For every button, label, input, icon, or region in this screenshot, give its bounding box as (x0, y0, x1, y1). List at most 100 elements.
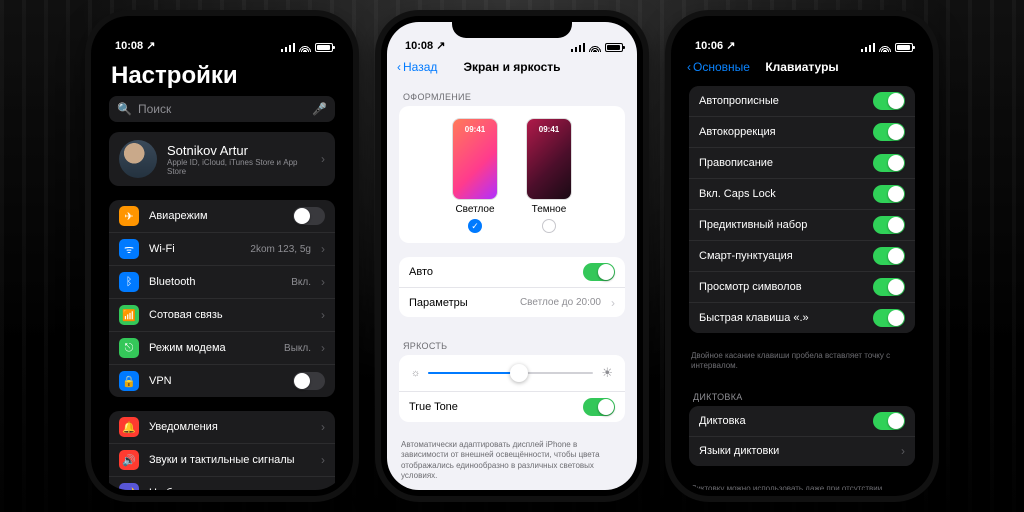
apple-id-row[interactable]: Sotnikov Artur Apple ID, iCloud, iTunes … (109, 132, 335, 186)
chevron-right-icon: › (321, 242, 325, 256)
row-hotspot[interactable]: ⎋ Режим модема Выкл. › (109, 331, 335, 364)
toggle[interactable] (873, 278, 905, 296)
phone-keyboard-black: 10:06 ↗ ‹ Основные Клавиатуры Автопропис… (671, 16, 933, 496)
shortcut-note: Двойное касание клавиши пробела вставляе… (677, 347, 927, 382)
row-label: Правописание (699, 157, 863, 169)
toggle[interactable] (873, 92, 905, 110)
settings-group-connectivity: ✈ Авиарежим ᯤ Wi-Fi 2kom 123, 5g › ᛒ Blu… (109, 200, 335, 397)
status-time: 10:08 ↗ (405, 39, 445, 52)
dictation-toggle[interactable] (873, 412, 905, 430)
row-airplane[interactable]: ✈ Авиарежим (109, 200, 335, 232)
battery-icon (315, 43, 333, 52)
chevron-right-icon: › (321, 308, 325, 322)
row-wifi[interactable]: ᯤ Wi-Fi 2kom 123, 5g › (109, 232, 335, 265)
row-dict-langs[interactable]: Языки диктовки › (689, 436, 915, 466)
screen-1: 10:08 ↗ Настройки 🔍 Поиск 🎤 Sotnikov Art… (97, 22, 347, 490)
row-auto[interactable]: Авто (399, 257, 625, 287)
row-notifications[interactable]: 🔔 Уведомления › (109, 411, 335, 443)
row-label: True Tone (409, 401, 573, 413)
row-capslock[interactable]: Вкл. Caps Lock (689, 178, 915, 209)
brightness-slider[interactable] (428, 372, 593, 374)
auto-toggle[interactable] (583, 263, 615, 281)
row-sounds[interactable]: 🔊 Звуки и тактильные сигналы › (109, 443, 335, 476)
row-label: Автопрописные (699, 95, 863, 107)
profile-subtitle: Apple ID, iCloud, iTunes Store и App Sto… (167, 158, 311, 176)
wifi-icon (879, 42, 891, 52)
screen-2: 10:08 ↗ ‹ Назад Экран и яркость ОФОРМЛЕН… (387, 22, 637, 490)
row-bluetooth[interactable]: ᛒ Bluetooth Вкл. › (109, 265, 335, 298)
status-time: 10:06 ↗ (695, 39, 735, 52)
vpn-icon: 🔒 (119, 371, 139, 391)
dnd-icon: 🌙 (119, 483, 139, 490)
row-cellular[interactable]: 📶 Сотовая связь › (109, 298, 335, 331)
truetone-toggle[interactable] (583, 398, 615, 416)
toggle[interactable] (873, 123, 905, 141)
bluetooth-icon: ᛒ (119, 272, 139, 292)
section-appearance: ОФОРМЛЕНИЕ (387, 82, 637, 106)
row-dnd[interactable]: 🌙 Не беспокоить › (109, 476, 335, 490)
chevron-right-icon: › (321, 420, 325, 434)
airplane-toggle[interactable] (293, 207, 325, 225)
battery-icon (895, 43, 913, 52)
row-label: Bluetooth (149, 276, 281, 288)
row-value: Выкл. (284, 343, 311, 354)
toggle[interactable] (873, 247, 905, 265)
signal-icon (281, 42, 295, 52)
appearance-label: Светлое (452, 204, 498, 215)
status-indicators (281, 42, 333, 52)
dictation-note: Диктовку можно использовать даже при отс… (677, 480, 927, 490)
chevron-right-icon: › (321, 275, 325, 289)
back-button[interactable]: ‹ Назад (397, 60, 437, 74)
row-autocorrect[interactable]: Автокоррекция (689, 116, 915, 147)
wifi-settings-icon: ᯤ (119, 239, 139, 259)
row-label: Смарт-пунктуация (699, 250, 863, 262)
row-spelling[interactable]: Правописание (689, 147, 915, 178)
search-input[interactable]: 🔍 Поиск 🎤 (109, 96, 335, 122)
sounds-icon: 🔊 (119, 450, 139, 470)
radio-unselected[interactable] (542, 219, 556, 233)
row-smartpunct[interactable]: Смарт-пунктуация (689, 240, 915, 271)
row-preview[interactable]: Просмотр символов (689, 271, 915, 302)
notch (452, 16, 572, 38)
notch (742, 16, 862, 38)
radio-selected[interactable] (468, 219, 482, 233)
vpn-toggle[interactable] (293, 372, 325, 390)
screen-3: 10:06 ↗ ‹ Основные Клавиатуры Автопропис… (677, 22, 927, 490)
row-label: Не беспокоить (149, 487, 311, 490)
page-title: Настройки (97, 52, 347, 96)
mic-icon[interactable]: 🎤 (312, 102, 327, 116)
row-label: Авто (409, 266, 573, 278)
chevron-right-icon: › (321, 341, 325, 355)
row-label: Уведомления (149, 421, 311, 433)
wifi-icon (589, 42, 601, 52)
row-label: Вкл. Caps Lock (699, 188, 863, 200)
row-label: VPN (149, 375, 283, 387)
row-value: Светлое до 20:00 (520, 297, 601, 308)
row-label: Диктовка (699, 415, 863, 427)
toggle[interactable] (873, 185, 905, 203)
truetone-note: Автоматически адаптировать дисплей iPhon… (387, 436, 637, 490)
toggle[interactable] (873, 216, 905, 234)
row-value: Вкл. (291, 277, 311, 288)
section-brightness: ЯРКОСТЬ (387, 331, 637, 355)
row-params[interactable]: Параметры Светлое до 20:00 › (399, 287, 625, 317)
sun-large-icon: ☀ (601, 365, 613, 381)
row-vpn[interactable]: 🔒 VPN (109, 364, 335, 397)
row-label: Языки диктовки (699, 445, 891, 457)
search-placeholder: Поиск (138, 102, 171, 116)
row-truetone[interactable]: True Tone (399, 391, 625, 422)
row-autocaps[interactable]: Автопрописные (689, 86, 915, 116)
back-button[interactable]: ‹ Основные (687, 60, 750, 74)
toggle[interactable] (873, 154, 905, 172)
row-shortcut[interactable]: Быстрая клавиша «.» (689, 302, 915, 333)
appearance-dark[interactable]: 09:41 Темное (526, 118, 572, 233)
toggle[interactable] (873, 309, 905, 327)
profile-name: Sotnikov Artur (167, 143, 311, 158)
preview-light: 09:41 (452, 118, 498, 200)
brightness-slider-row: ☼ ☀ (399, 355, 625, 391)
row-predictive[interactable]: Предиктивный набор (689, 209, 915, 240)
row-dictation[interactable]: Диктовка (689, 406, 915, 436)
appearance-label: Темное (526, 204, 572, 215)
row-label: Авиарежим (149, 210, 283, 222)
appearance-light[interactable]: 09:41 Светлое (452, 118, 498, 233)
